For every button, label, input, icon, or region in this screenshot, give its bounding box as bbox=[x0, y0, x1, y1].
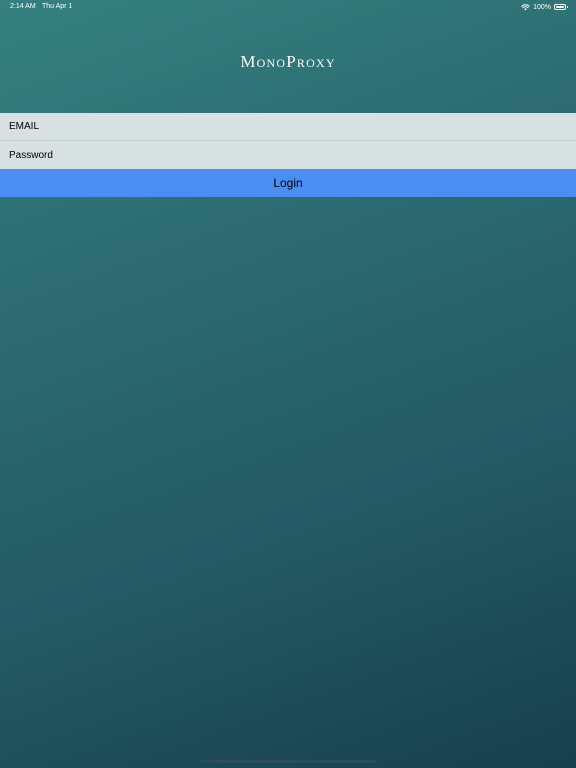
battery-fill bbox=[556, 6, 564, 8]
login-form: Login bbox=[0, 113, 576, 197]
login-button[interactable]: Login bbox=[0, 169, 576, 197]
status-bar: 2:14 AM Thu Apr 1 100% bbox=[0, 0, 576, 14]
password-field[interactable] bbox=[0, 141, 576, 169]
status-time: 2:14 AM bbox=[10, 3, 36, 10]
battery-cap bbox=[566, 6, 568, 8]
status-indicators: 100% bbox=[521, 2, 568, 12]
wifi-icon bbox=[521, 4, 530, 11]
status-date: Thu Apr 1 bbox=[42, 3, 73, 10]
battery-icon bbox=[554, 4, 568, 10]
battery-percent: 100% bbox=[533, 3, 551, 11]
app-title: MonoProxy bbox=[240, 52, 336, 71]
email-field[interactable] bbox=[0, 113, 576, 141]
home-indicator[interactable] bbox=[200, 760, 376, 763]
